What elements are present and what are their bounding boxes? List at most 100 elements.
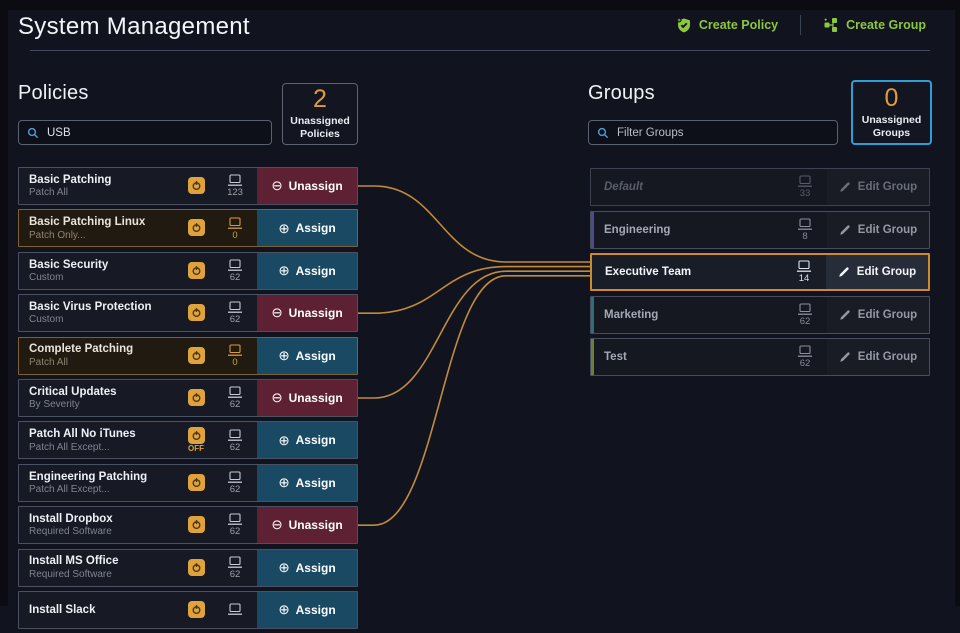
assign-state-icon: ⊕ (278, 222, 289, 236)
policy-action-label: Assign (296, 603, 336, 617)
policy-info: Basic Security Custom (19, 253, 179, 289)
group-name: Marketing (591, 297, 783, 333)
policy-title: Basic Patching (29, 173, 179, 187)
policy-action-button[interactable]: ⊖ Unassign (257, 168, 357, 204)
policy-device-count: 0 (213, 338, 257, 374)
policy-info: Complete Patching Patch All (19, 338, 179, 374)
group-filter-input[interactable] (615, 126, 829, 140)
policy-info: Basic Patching Linux Patch Only... (19, 210, 179, 246)
group-name: Default (591, 169, 783, 205)
policy-device-count: 62 (213, 465, 257, 501)
group-color-stripe (591, 297, 594, 333)
laptop-icon (227, 174, 243, 187)
policy-device-count: 62 (213, 380, 257, 416)
edit-group-button[interactable]: Edit Group (826, 255, 928, 289)
laptop-icon (227, 386, 243, 399)
edit-group-label: Edit Group (857, 266, 916, 278)
assign-state-icon: ⊕ (278, 434, 289, 448)
edit-group-button[interactable]: Edit Group (827, 339, 929, 375)
create-policy-button[interactable]: Create Policy (670, 16, 784, 34)
group-nodes-icon (823, 17, 839, 33)
policy-off-badge (179, 168, 213, 204)
policy-action-button[interactable]: ⊖ Unassign (257, 380, 357, 416)
policy-info: Engineering Patching Patch All Except... (19, 465, 179, 501)
policy-title: Install Slack (29, 603, 179, 617)
unassigned-policies-label: Unassigned Policies (290, 115, 350, 140)
policy-row: Basic Patching Patch All 123 ⊖ Unassign (18, 167, 358, 205)
edit-group-button[interactable]: Edit Group (827, 212, 929, 248)
policy-off-badge (179, 380, 213, 416)
policy-subtitle: Custom (29, 314, 179, 326)
policy-subtitle: Patch All Except... (29, 442, 179, 454)
unassigned-groups-count: 0 (885, 86, 899, 111)
policy-action-button[interactable]: ⊕ Assign (257, 338, 357, 374)
policy-search-box (18, 120, 272, 145)
pencil-icon (839, 309, 851, 321)
group-color-stripe (591, 169, 594, 205)
power-icon (188, 474, 205, 491)
policy-action-button[interactable]: ⊖ Unassign (257, 295, 357, 331)
policy-subtitle: Patch All (29, 187, 179, 199)
search-icon (597, 127, 609, 139)
policy-off-badge (179, 465, 213, 501)
device-count: 62 (800, 317, 811, 327)
group-color-stripe (591, 339, 594, 375)
group-list: Default 33 Edit Group Engineering 8 E (590, 168, 930, 381)
policy-info: Basic Patching Patch All (19, 168, 179, 204)
create-group-button[interactable]: Create Group (817, 16, 932, 34)
unassigned-policies-count: 2 (313, 87, 327, 112)
policy-title: Basic Security (29, 258, 179, 272)
pencil-icon (839, 351, 851, 363)
policy-subtitle: Required Software (29, 526, 179, 538)
edit-group-button[interactable]: Edit Group (827, 297, 929, 333)
group-color-stripe (592, 255, 595, 289)
policy-action-button[interactable]: ⊕ Assign (257, 210, 357, 246)
group-row[interactable]: Engineering 8 Edit Group (590, 211, 930, 249)
policy-device-count: 62 (213, 507, 257, 543)
laptop-icon (227, 603, 243, 616)
policy-info: Critical Updates By Severity (19, 380, 179, 416)
group-row[interactable]: Marketing 62 Edit Group (590, 296, 930, 334)
laptop-icon (227, 556, 243, 569)
power-icon (188, 601, 205, 618)
assign-state-icon: ⊕ (278, 476, 289, 490)
group-device-count: 33 (783, 169, 827, 205)
laptop-icon (797, 303, 813, 316)
edit-group-button[interactable]: Edit Group (827, 169, 929, 205)
policy-subtitle: Patch All (29, 357, 179, 369)
policy-action-button[interactable]: ⊕ Assign (257, 592, 357, 628)
policy-device-count: 62 (213, 295, 257, 331)
policy-off-badge (179, 550, 213, 586)
policy-action-button[interactable]: ⊕ Assign (257, 422, 357, 458)
group-row[interactable]: Default 33 Edit Group (590, 168, 930, 206)
policy-action-button[interactable]: ⊖ Unassign (257, 507, 357, 543)
policy-info: Patch All No iTunes Patch All Except... (19, 422, 179, 458)
policy-row: Basic Security Custom 62 ⊕ Assign (18, 252, 358, 290)
laptop-icon (797, 345, 813, 358)
group-row[interactable]: Test 62 Edit Group (590, 338, 930, 376)
device-count: 62 (800, 359, 811, 369)
laptop-icon (797, 218, 813, 231)
laptop-icon (227, 344, 243, 357)
unassigned-policies-box[interactable]: 2 Unassigned Policies (282, 83, 358, 145)
policy-action-button[interactable]: ⊕ Assign (257, 253, 357, 289)
policy-title: Basic Virus Protection (29, 300, 179, 314)
policy-device-count: 62 (213, 422, 257, 458)
policy-search-input[interactable] (45, 126, 263, 140)
policy-title: Basic Patching Linux (29, 215, 179, 229)
device-count: 8 (802, 232, 807, 242)
policy-list: Basic Patching Patch All 123 ⊖ Unassign … (18, 167, 358, 633)
unassigned-groups-box[interactable]: 0 Unassigned Groups (851, 80, 932, 145)
power-icon (188, 559, 205, 576)
policy-device-count (213, 592, 257, 628)
page-title: System Management (18, 13, 250, 41)
group-name: Test (591, 339, 783, 375)
screen-edge-right (955, 0, 960, 606)
laptop-icon (227, 471, 243, 484)
policy-action-button[interactable]: ⊕ Assign (257, 465, 357, 501)
header-button-divider (800, 15, 801, 35)
group-row[interactable]: Executive Team 14 Edit Group (590, 253, 930, 291)
policy-action-button[interactable]: ⊕ Assign (257, 550, 357, 586)
create-policy-label: Create Policy (699, 18, 778, 32)
policy-off-badge (179, 338, 213, 374)
